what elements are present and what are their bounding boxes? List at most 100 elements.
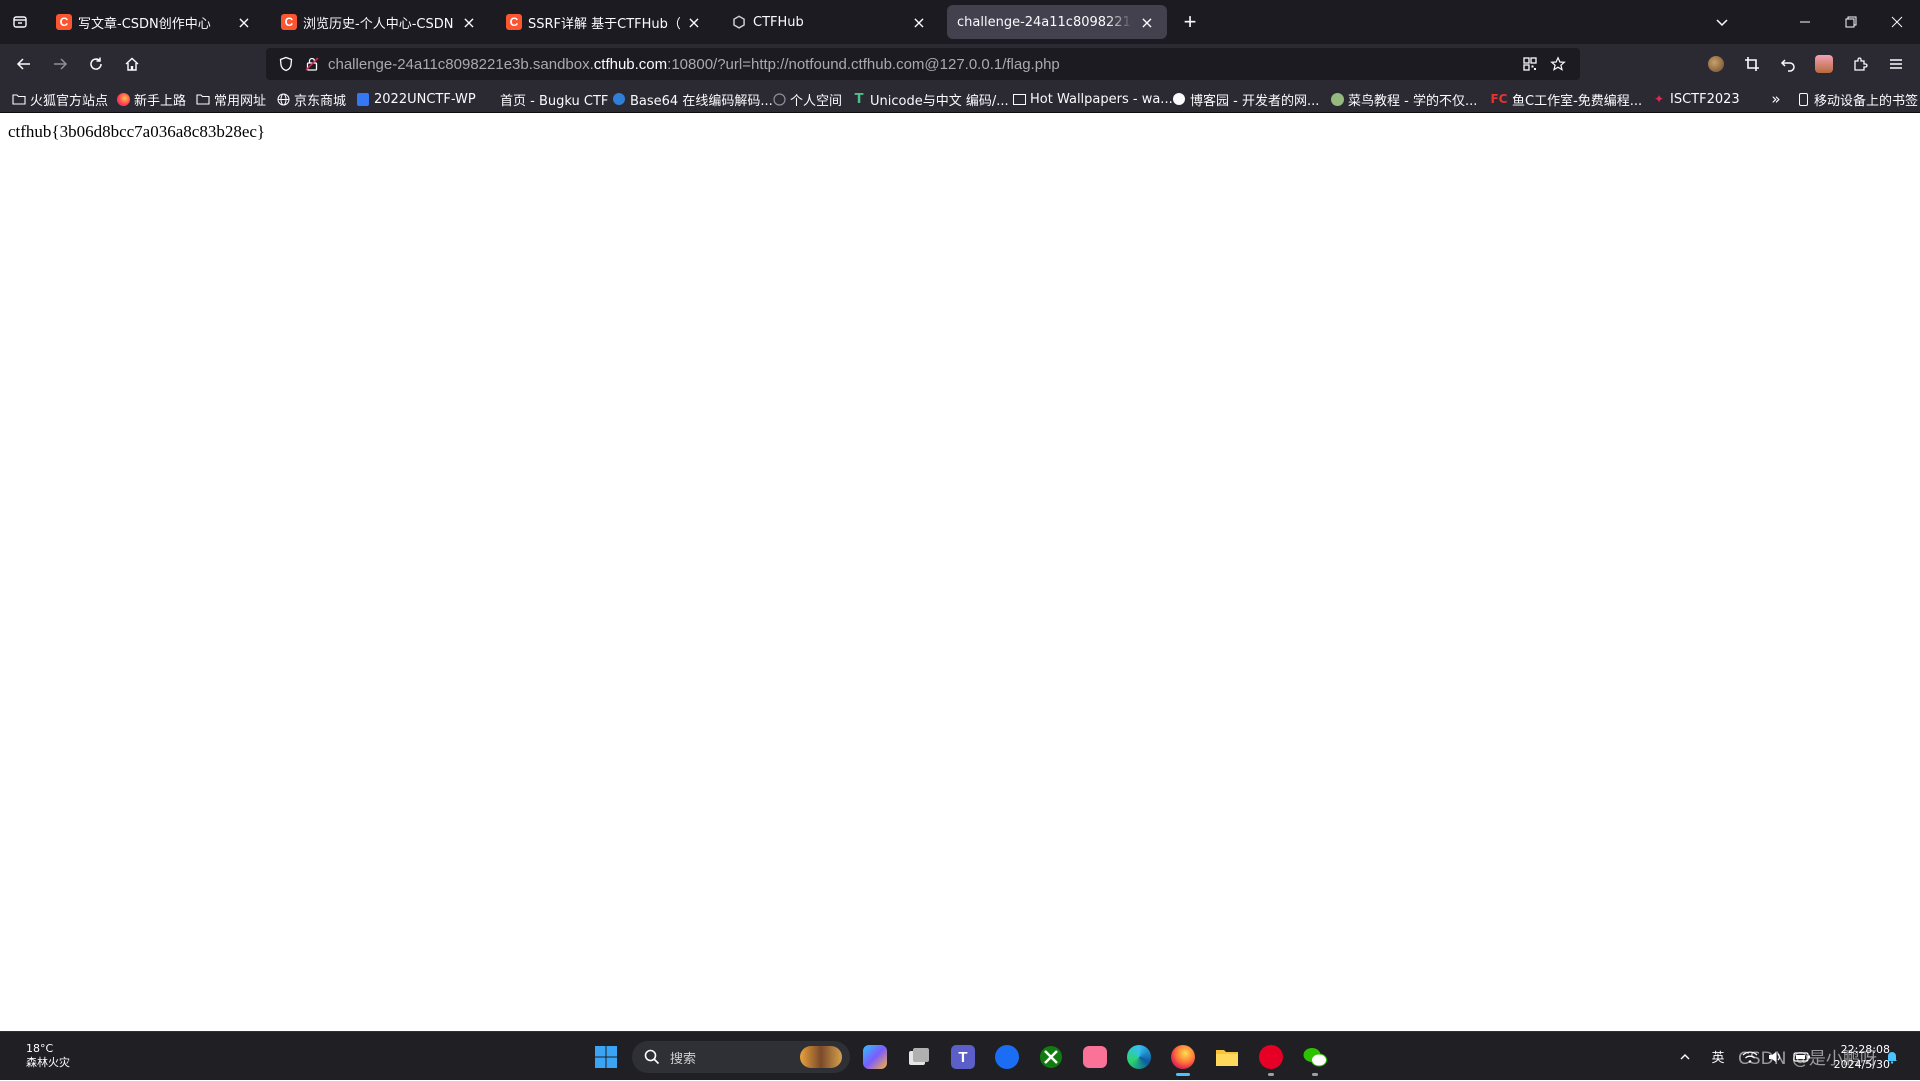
firefox-taskbar-button[interactable]: [1167, 1041, 1199, 1076]
page-content: ctfhub{3b06d8bcc7a036a8c83b28ec}: [0, 114, 1920, 1031]
t-icon: T: [854, 91, 864, 107]
edge-icon: [1127, 1045, 1151, 1069]
tracking-protection-shield-icon[interactable]: [274, 52, 298, 76]
list-all-tabs-button[interactable]: [1708, 0, 1736, 44]
doc-icon: [356, 92, 370, 106]
avatar-icon: [1708, 56, 1724, 72]
insecure-lock-icon[interactable]: [300, 52, 324, 76]
close-icon[interactable]: ×: [234, 12, 254, 32]
firefox-view-icon: [13, 16, 27, 28]
bookmark-item[interactable]: 常用网址: [196, 89, 266, 109]
weather-temperature: 18°C: [26, 1042, 54, 1055]
firefox-icon: [116, 92, 130, 106]
qr-code-icon[interactable]: [1518, 52, 1542, 76]
bookmark-item[interactable]: Base64 在线编码解码...: [612, 89, 773, 109]
bookmarks-overflow-button[interactable]: »: [1766, 89, 1786, 109]
notification-bell-button[interactable]: [1882, 1032, 1902, 1081]
start-button[interactable]: [590, 1041, 622, 1073]
bookmark-label: 菜鸟教程 - 学的不仅...: [1348, 93, 1478, 109]
app-menu-button[interactable]: [1880, 48, 1912, 80]
reload-icon: [90, 57, 102, 70]
tab-strip: C 写文章-CSDN创作中心 × C 浏览历史-个人中心-CSDN × C SS…: [0, 0, 1920, 44]
tab-challenge[interactable]: challenge-24a11c8098221e3b.sandbox ×: [947, 5, 1167, 39]
home-button[interactable]: [116, 48, 148, 80]
firefox-view-button[interactable]: [6, 8, 34, 36]
url-host: ctfhub.com: [593, 55, 668, 73]
home-icon: [125, 57, 139, 71]
bookmark-item[interactable]: 首页 - Bugku CTF: [482, 89, 608, 109]
bookmark-item[interactable]: 京东商城: [276, 89, 346, 109]
bookmark-label: ISCTF2023: [1670, 91, 1740, 107]
minimize-button[interactable]: [1782, 0, 1828, 44]
bookmark-item[interactable]: 个人空间: [772, 89, 842, 109]
folder-icon: [196, 92, 210, 106]
bookmark-label: 个人空间: [790, 93, 843, 109]
mascot-extension-icon: [1815, 55, 1833, 73]
file-explorer-button[interactable]: [1211, 1041, 1243, 1073]
account-avatar-button[interactable]: [1700, 48, 1732, 80]
bookmark-item[interactable]: 菜鸟教程 - 学的不仅...: [1330, 89, 1477, 109]
tab-ctfhub[interactable]: ⬡ CTFHub ×: [721, 5, 939, 39]
close-icon[interactable]: ×: [459, 12, 479, 32]
task-view-button[interactable]: [903, 1041, 935, 1073]
ime-indicator[interactable]: 英: [1708, 1032, 1728, 1081]
mobile-bookmarks-folder[interactable]: 移动设备上的书签: [1796, 89, 1918, 109]
csdn-icon: C: [281, 14, 297, 30]
flag-text: ctfhub{3b06d8bcc7a036a8c83b28ec}: [8, 122, 266, 141]
csdn-watermark: CSDN @是小鹏呀: [1738, 1049, 1877, 1069]
bookmark-item[interactable]: FC 鱼C工作室-免费编程...: [1490, 89, 1642, 109]
copilot-button[interactable]: [859, 1041, 891, 1073]
wechat-button[interactable]: [1299, 1041, 1331, 1076]
copilot-blue-app-button[interactable]: [991, 1041, 1023, 1073]
bookmark-item[interactable]: 2022UNCTF-WP: [356, 89, 476, 109]
tab-csdn-write[interactable]: C 写文章-CSDN创作中心 ×: [46, 5, 264, 39]
bookmark-label: 火狐官方站点: [30, 93, 109, 109]
reload-button[interactable]: [80, 48, 112, 80]
globe-icon: [276, 92, 290, 106]
extension-mascot-button[interactable]: [1808, 48, 1840, 80]
plus-icon: +: [1183, 9, 1197, 34]
search-icon: [644, 1049, 660, 1065]
tab-title: 写文章-CSDN创作中心: [78, 16, 211, 32]
csdn-icon: C: [56, 14, 72, 30]
bookmark-item[interactable]: ✦ ISCTF2023: [1652, 89, 1740, 109]
task-view-icon: [909, 1048, 929, 1065]
crop-extension-button[interactable]: [1736, 48, 1768, 80]
bilibili-button[interactable]: [1079, 1041, 1111, 1073]
close-icon[interactable]: ×: [684, 12, 704, 32]
back-button[interactable]: [8, 48, 40, 80]
extensions-button[interactable]: [1844, 48, 1876, 80]
fc-icon: FC: [1490, 92, 1508, 106]
bookmark-star-icon[interactable]: [1546, 52, 1570, 76]
bell-icon: [1887, 1051, 1897, 1064]
bookmark-item[interactable]: 博客园 - 开发者的网...: [1172, 89, 1319, 109]
netease-music-button[interactable]: [1255, 1041, 1287, 1076]
minimize-icon: [1800, 21, 1810, 23]
new-tab-button[interactable]: +: [1176, 8, 1204, 36]
show-hidden-icons-button[interactable]: [1674, 1032, 1696, 1081]
bookmark-item[interactable]: 新手上路: [116, 89, 186, 109]
bookmark-item[interactable]: Hot Wallpapers - wa...: [1012, 89, 1173, 109]
forward-button[interactable]: [44, 48, 76, 80]
tab-csdn-history[interactable]: C 浏览历史-个人中心-CSDN ×: [271, 5, 489, 39]
undo-extension-button[interactable]: [1772, 48, 1804, 80]
teams-button[interactable]: T: [947, 1041, 979, 1073]
copilot-icon: [863, 1045, 887, 1069]
restore-button[interactable]: [1828, 0, 1874, 44]
weather-widget[interactable]: 18°C 森林火灾: [26, 1042, 70, 1070]
bookmark-label: Unicode与中文 编码/...: [870, 93, 1009, 109]
bookmark-item[interactable]: 火狐官方站点: [12, 89, 108, 109]
url-text[interactable]: challenge-24a11c8098221e3b.sandbox.ctfhu…: [328, 56, 1060, 73]
edge-button[interactable]: [1123, 1041, 1155, 1073]
globe-icon: [612, 92, 626, 106]
close-icon[interactable]: ×: [1137, 12, 1157, 32]
wechat-icon: [1303, 1048, 1327, 1067]
tab-ssrf-article[interactable]: C SSRF详解 基于CTFHub（下篇 ×: [496, 5, 714, 39]
close-window-button[interactable]: [1874, 0, 1920, 44]
url-bar[interactable]: challenge-24a11c8098221e3b.sandbox.ctfhu…: [266, 48, 1580, 80]
xbox-button[interactable]: [1035, 1041, 1067, 1073]
hamburger-menu-icon: [1890, 59, 1902, 69]
bookmark-item[interactable]: T Unicode与中文 编码/...: [852, 89, 1009, 109]
close-icon[interactable]: ×: [909, 12, 929, 32]
taskbar-search-box[interactable]: 搜索: [632, 1041, 850, 1073]
